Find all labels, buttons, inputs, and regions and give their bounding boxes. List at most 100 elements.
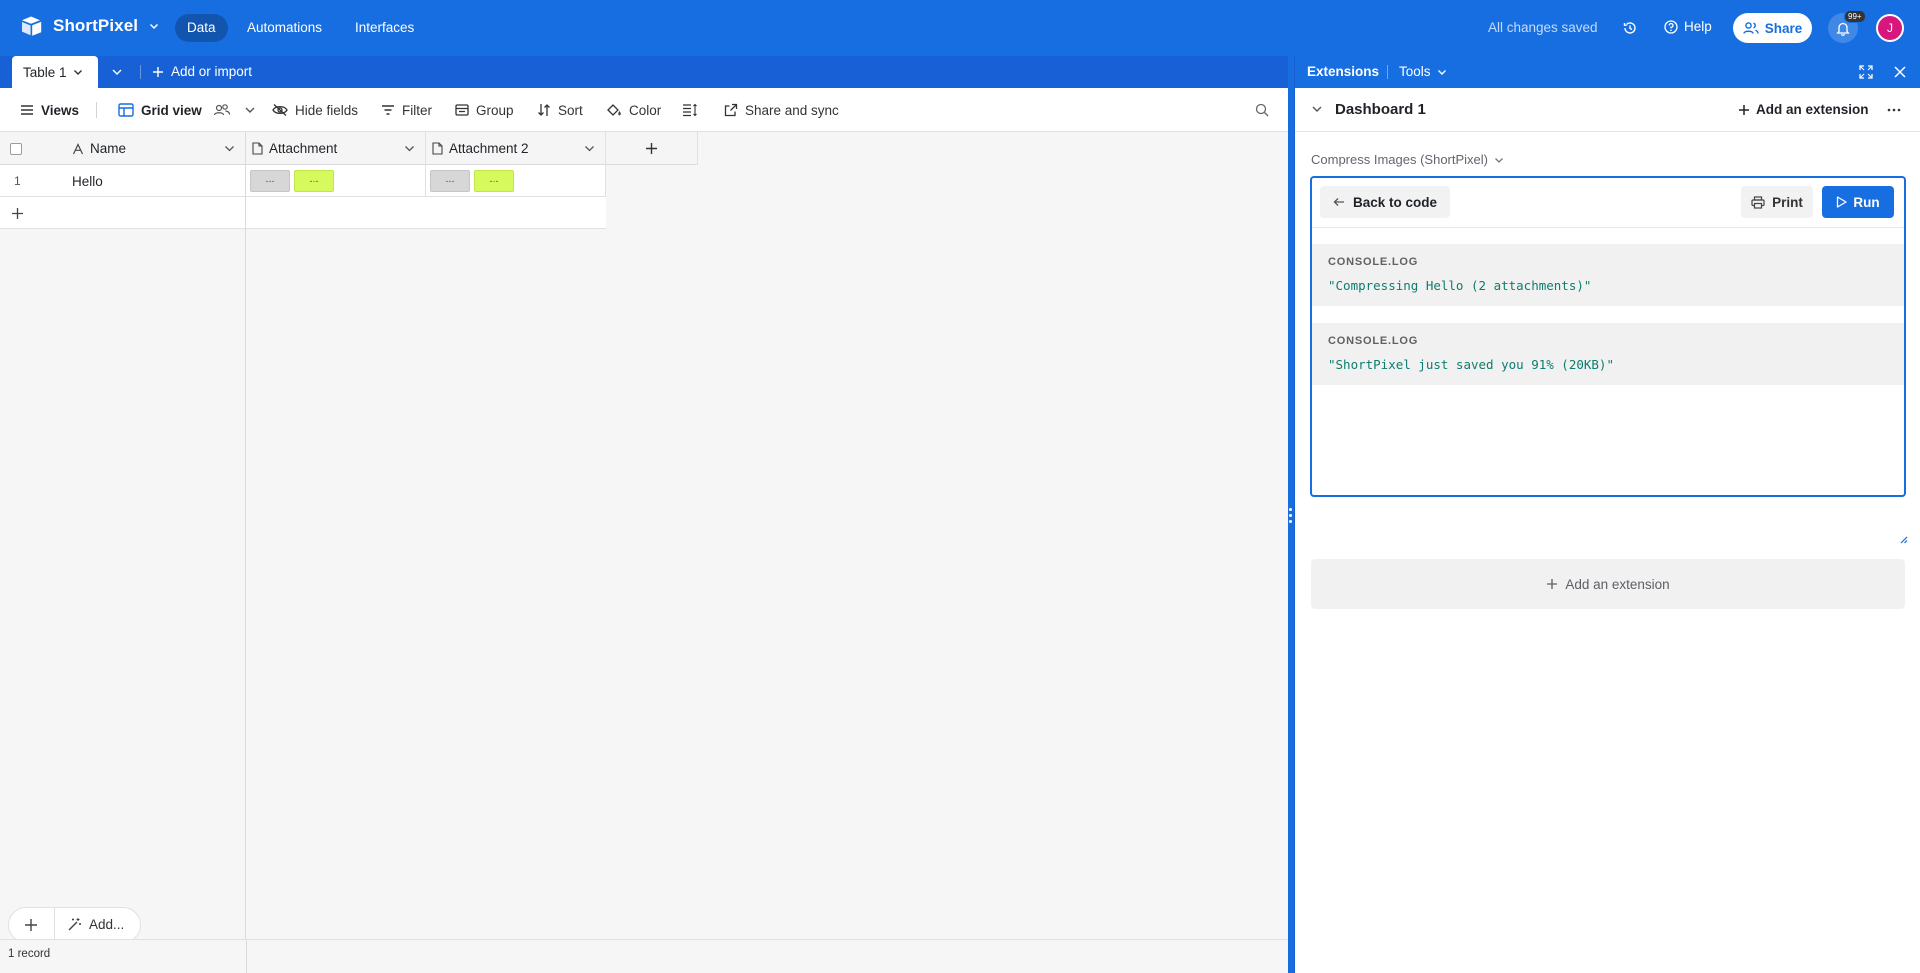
add-field-button[interactable] xyxy=(606,132,698,165)
cell-attachment-2[interactable]: --- -·- xyxy=(426,165,606,197)
attachment-file-icon xyxy=(252,142,263,155)
nav-interfaces[interactable]: Interfaces xyxy=(343,14,426,42)
help-button[interactable]: Help xyxy=(1664,19,1712,34)
print-button[interactable]: Print xyxy=(1741,186,1813,218)
back-to-code-button[interactable]: Back to code xyxy=(1320,186,1451,218)
share-button[interactable]: Share xyxy=(1733,13,1812,43)
console-log-entry: CONSOLE.LOG "ShortPixel just saved you 9… xyxy=(1312,323,1904,385)
search-icon[interactable] xyxy=(1255,103,1269,117)
base-switcher[interactable]: ShortPixel xyxy=(20,14,159,38)
notifications-button[interactable]: 99+ xyxy=(1828,10,1866,43)
filter-button[interactable]: Filter xyxy=(381,88,432,132)
color-button[interactable]: Color xyxy=(606,88,661,132)
arrow-left-icon xyxy=(1333,198,1344,206)
chevron-down-icon[interactable] xyxy=(1311,103,1323,115)
dashboard-bar: Dashboard 1 Add an extension xyxy=(1295,88,1920,132)
tools-menu[interactable]: Tools xyxy=(1399,64,1447,79)
add-or-import-button[interactable]: Add or import xyxy=(152,64,252,79)
plus-icon[interactable] xyxy=(23,917,39,933)
add-extension-button[interactable]: Add an extension xyxy=(1738,102,1869,117)
save-status: All changes saved xyxy=(1488,20,1598,35)
resize-corner-icon[interactable] xyxy=(1900,536,1908,544)
more-options-icon[interactable] xyxy=(1887,108,1901,112)
plus-icon xyxy=(12,207,23,219)
group-icon xyxy=(455,104,469,116)
attachment-thumbnail[interactable]: --- xyxy=(430,170,470,192)
eye-slash-icon xyxy=(272,104,288,116)
all-tables-chevron-icon[interactable] xyxy=(110,65,124,79)
users-icon xyxy=(1743,22,1759,34)
table-tabs: Table 1 Add or import xyxy=(0,56,1288,88)
hide-fields-button[interactable]: Hide fields xyxy=(272,88,358,132)
add-label: Add... xyxy=(89,917,125,932)
cell-name[interactable]: Hello xyxy=(60,165,246,197)
run-button[interactable]: Run xyxy=(1822,186,1894,218)
group-button[interactable]: Group xyxy=(455,88,514,132)
extension-name: Compress Images (ShortPixel) xyxy=(1311,152,1488,167)
chevron-down-icon[interactable] xyxy=(584,143,595,154)
tab-table-1[interactable]: Table 1 xyxy=(12,56,98,88)
add-extension-bottom-button[interactable]: Add an extension xyxy=(1311,559,1905,609)
column-header-attachment-2[interactable]: Attachment 2 xyxy=(426,132,606,165)
back-label: Back to code xyxy=(1353,194,1438,210)
add-record-button[interactable] xyxy=(0,197,246,229)
help-icon xyxy=(1664,19,1678,34)
chevron-down-icon[interactable] xyxy=(404,143,415,154)
column-header-attachment[interactable]: Attachment xyxy=(246,132,426,165)
log-type: CONSOLE.LOG xyxy=(1328,256,1419,268)
history-icon[interactable] xyxy=(1622,20,1638,36)
view-name: Grid view xyxy=(141,102,202,118)
external-link-icon xyxy=(724,103,738,117)
column-header-name[interactable]: Name xyxy=(60,132,246,165)
chevron-down-icon xyxy=(1437,69,1446,75)
views-label: Views xyxy=(41,102,80,118)
user-avatar[interactable]: J xyxy=(1876,14,1904,42)
close-icon[interactable] xyxy=(1893,65,1907,79)
pill-divider xyxy=(54,908,55,942)
app-name: ShortPixel xyxy=(53,16,139,35)
attachment-thumbnail[interactable]: -·- xyxy=(474,170,514,192)
cell-attachment[interactable]: --- -·- xyxy=(246,165,426,197)
nav-automations[interactable]: Automations xyxy=(235,14,334,42)
column-name: Name xyxy=(90,141,127,156)
share-and-sync-button[interactable]: Share and sync xyxy=(724,88,839,132)
row-height-button[interactable] xyxy=(682,88,698,132)
color-label: Color xyxy=(629,102,662,118)
table-row[interactable]: 1 Hello --- -·- --- -·- xyxy=(0,165,606,197)
chevron-down-icon xyxy=(150,23,159,30)
attachment-thumbnail[interactable]: --- xyxy=(250,170,290,192)
chevron-down-icon[interactable] xyxy=(224,143,235,154)
view-switcher[interactable]: Grid view xyxy=(118,88,256,132)
dashboard-title[interactable]: Dashboard 1 xyxy=(1335,101,1426,118)
grid-footer: 1 record xyxy=(0,939,1288,973)
tab-label: Table 1 xyxy=(23,64,67,80)
select-all-checkbox[interactable] xyxy=(10,142,22,155)
sort-button[interactable]: Sort xyxy=(537,88,583,132)
share-and-sync-label: Share and sync xyxy=(745,102,839,118)
fullscreen-icon[interactable] xyxy=(1859,65,1873,79)
printer-icon xyxy=(1751,195,1765,209)
paint-bucket-icon xyxy=(607,104,621,116)
column-name: Attachment 2 xyxy=(449,141,529,156)
share-label: Share xyxy=(1764,20,1803,36)
column-name: Attachment xyxy=(269,141,338,156)
attachment-thumbnail[interactable]: -·- xyxy=(294,170,334,192)
drag-handle-icon xyxy=(1289,508,1293,526)
text-field-icon xyxy=(72,142,84,154)
extensions-title: Extensions xyxy=(1307,64,1380,79)
add-record-row[interactable] xyxy=(0,197,606,229)
log-value: "ShortPixel just saved you 91% (20KB)" xyxy=(1328,357,1614,372)
plus-icon xyxy=(1547,579,1558,589)
view-toolbar: Views Grid view Hide fields Filter Group… xyxy=(0,88,1288,132)
views-toggle[interactable]: Views xyxy=(20,88,79,132)
app-header: ShortPixel Data Automations Interfaces A… xyxy=(0,0,1920,56)
add-or-import-label: Add or import xyxy=(171,64,253,79)
chevron-down-icon xyxy=(1495,157,1503,163)
nav-data[interactable]: Data xyxy=(175,14,228,42)
select-all-cell xyxy=(0,132,60,165)
chevron-down-icon xyxy=(73,70,82,75)
extensions-header: Extensions Tools xyxy=(1295,56,1920,88)
row-number: 1 xyxy=(14,174,21,188)
add-with-ai-button[interactable]: Add... xyxy=(67,917,124,932)
extension-name-menu[interactable]: Compress Images (ShortPixel) xyxy=(1311,152,1504,167)
